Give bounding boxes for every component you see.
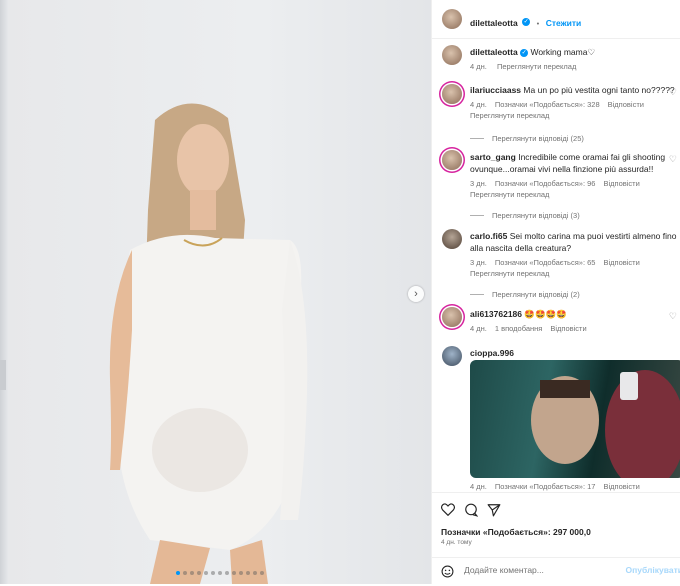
post-header: dilettaleotta ✓ • Стежити: [432, 0, 680, 39]
translate-link[interactable]: Переглянути переклад: [497, 62, 576, 71]
post-age[interactable]: 4 дн. тому: [441, 539, 472, 546]
slide-dot: [204, 571, 208, 575]
comment-text: Ma un po più vestita ogni tanto no?????: [523, 85, 675, 95]
comment-avatar[interactable]: [442, 346, 462, 366]
avatar[interactable]: [442, 9, 462, 29]
comment-avatar[interactable]: [442, 84, 462, 104]
comment-5-meta: 4 дн. Позначки «Подобається»: 17 Відповіст…: [470, 482, 675, 491]
reply-button[interactable]: Відповісти: [603, 179, 639, 188]
slide-dot: [246, 571, 250, 575]
post-side-panel: dilettaleotta ✓ • Стежити dilettaleotta …: [431, 0, 680, 584]
caption-text: Working mama♡: [530, 47, 596, 57]
caption: dilettaleotta ✓ Working mama♡ 4 дн. Пере…: [470, 46, 675, 71]
post-actions: Позначки «Подобається»: 297 000,0 4 дн. …: [432, 492, 680, 585]
view-replies-button[interactable]: Переглянути відповіді (2): [470, 290, 680, 299]
translate-link[interactable]: Переглянути переклад: [470, 111, 675, 120]
like-comment-icon[interactable]: ♡: [669, 311, 677, 322]
comment-likes[interactable]: Позначки «Подобається»: 96: [495, 179, 596, 188]
slide-dot: [176, 571, 180, 575]
like-comment-icon[interactable]: ♡: [669, 87, 677, 98]
slide-dot: [253, 571, 257, 575]
reply-button[interactable]: Відповісти: [603, 482, 639, 491]
comment-3: carlo.fi65 Sei molto carina ma puoi vest…: [470, 230, 680, 299]
slide-dot: [183, 571, 187, 575]
slide-dot: [260, 571, 264, 575]
view-replies-button[interactable]: Переглянути відповіді (25): [470, 134, 675, 143]
comment-username[interactable]: carlo.fi65: [470, 231, 507, 241]
post-like-count[interactable]: Позначки «Подобається»: 297 000,0: [441, 527, 591, 537]
slide-dot: [232, 571, 236, 575]
slide-dot: [225, 571, 229, 575]
comment-2: sarto_gang Incredibile come oramai fai g…: [470, 151, 675, 220]
translate-link[interactable]: Переглянути переклад: [470, 190, 675, 199]
comment-icon[interactable]: [464, 503, 479, 522]
slide-dot: [190, 571, 194, 575]
translate-link[interactable]: Переглянути переклад: [470, 269, 680, 278]
view-replies-button[interactable]: Переглянути відповіді (3): [470, 211, 675, 220]
comment-composer: Опублікувати: [432, 557, 680, 586]
comment-username[interactable]: ilariucciaass: [470, 85, 521, 95]
comment-likes[interactable]: Позначки «Подобається»: 65: [495, 258, 596, 267]
comment-username[interactable]: cioppa.996: [470, 348, 514, 358]
comment-likes[interactable]: Позначки «Подобається»: 17: [495, 482, 596, 491]
like-comment-icon[interactable]: ♡: [669, 154, 677, 165]
comment-age[interactable]: 3 дн.: [470, 179, 487, 188]
reply-button[interactable]: Відповісти: [550, 324, 586, 333]
woman-figure: [109, 103, 308, 584]
slide-dot: [239, 571, 243, 575]
slide-dot: [211, 571, 215, 575]
comment-likes[interactable]: Позначки «Подобається»: 328: [495, 100, 600, 109]
comment-4: ali613762186 🤩🤩🤩🤩 4 дн. 1 вподобання Відпо…: [470, 308, 675, 333]
caption-avatar[interactable]: [442, 45, 462, 65]
author-username[interactable]: dilettaleotta: [470, 18, 518, 28]
separator: •: [536, 19, 540, 28]
comment-5: cioppa.996: [470, 347, 675, 359]
slide-dot: [197, 571, 201, 575]
caption-age[interactable]: 4 дн.: [470, 62, 487, 71]
comment-username[interactable]: ali613762186: [470, 309, 522, 319]
comment-avatar[interactable]: [442, 150, 462, 170]
comment-input[interactable]: [462, 564, 646, 576]
comment-avatar[interactable]: [442, 229, 462, 249]
comment-likes[interactable]: 1 вподобання: [495, 324, 543, 333]
comment-age[interactable]: 4 дн.: [470, 482, 487, 491]
next-slide-button[interactable]: ›: [408, 286, 424, 302]
slide-indicator: [176, 571, 264, 575]
comment-age[interactable]: 4 дн.: [470, 100, 487, 109]
verified-icon: ✓: [520, 48, 529, 57]
comment-age[interactable]: 3 дн.: [470, 258, 487, 267]
post-photo[interactable]: ›: [0, 0, 431, 584]
slide-dot: [218, 571, 222, 575]
reply-button[interactable]: Відповісти: [603, 258, 639, 267]
comment-avatar[interactable]: [442, 307, 462, 327]
comment-username[interactable]: sarto_gang: [470, 152, 516, 162]
reply-button[interactable]: Відповісти: [608, 100, 644, 109]
emoji-icon[interactable]: [441, 565, 454, 583]
publish-button[interactable]: Опублікувати: [626, 565, 680, 575]
comment-text: 🤩🤩🤩🤩: [524, 309, 567, 319]
follow-button[interactable]: Стежити: [546, 18, 582, 28]
share-icon[interactable]: [487, 503, 501, 522]
comment-1: ilariucciaass Ma un po più vestita ogni …: [470, 84, 675, 143]
like-icon[interactable]: [441, 503, 455, 521]
comment-gif-image[interactable]: [470, 360, 680, 478]
comment-age[interactable]: 4 дн.: [470, 324, 487, 333]
caption-username[interactable]: dilettaleotta: [470, 47, 518, 57]
verified-icon: ✓: [522, 17, 531, 26]
